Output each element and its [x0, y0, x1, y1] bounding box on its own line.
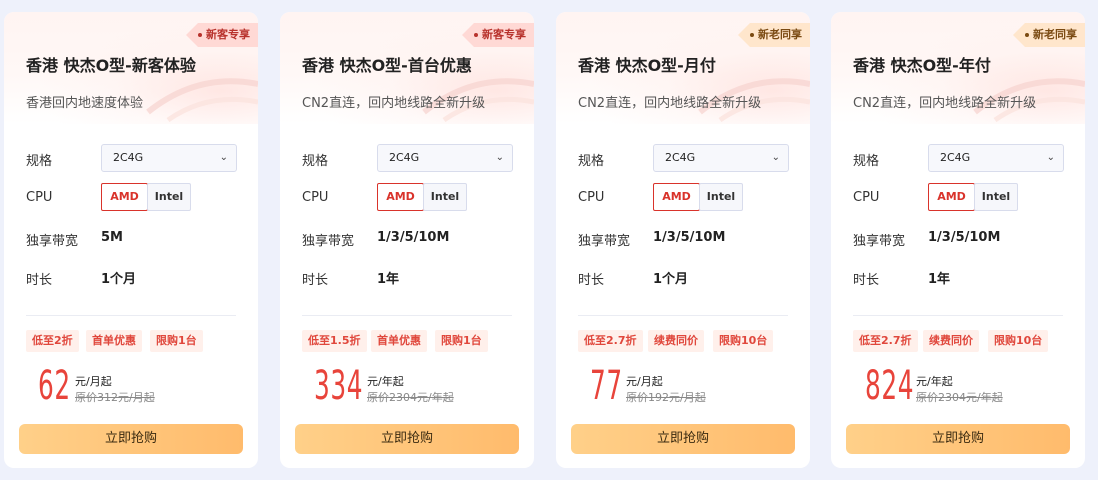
cpu-option-amd[interactable]: AMD: [377, 183, 424, 211]
spec-label: 规格: [853, 154, 880, 169]
product-card: 新老同享 香港 快杰O型-年付 CN2直连，回内地线路全新升级 规格 2C4G ⌄…: [831, 12, 1085, 468]
cpu-option-amd[interactable]: AMD: [101, 183, 148, 211]
card-subtitle: CN2直连，回内地线路全新升级: [578, 96, 762, 111]
cpu-option-intel[interactable]: Intel: [147, 183, 191, 211]
limit-badge: 限购10台: [713, 330, 774, 352]
product-card: 新客专享 香港 快杰O型-首台优惠 CN2直连，回内地线路全新升级 规格 2C4…: [280, 12, 534, 468]
spec-select[interactable]: 2C4G ⌄: [377, 144, 513, 172]
price-unit: 元/月起: [626, 375, 663, 388]
cpu-option-intel[interactable]: Intel: [974, 183, 1018, 211]
card-subtitle: 香港回内地速度体验: [26, 96, 144, 111]
bandwidth-value: 1/3/5/10M: [377, 230, 450, 245]
cpu-label: CPU: [578, 190, 605, 205]
duration-value: 1年: [377, 272, 400, 287]
bandwidth-value: 1/3/5/10M: [653, 230, 726, 245]
bandwidth-value: 1/3/5/10M: [928, 230, 1001, 245]
price-unit: 元/月起: [75, 375, 112, 388]
product-cards: 新客专享 香港 快杰O型-新客体验 香港回内地速度体验 规格 2C4G ⌄ CPU…: [0, 0, 1098, 480]
card-title: 香港 快杰O型-新客体验: [26, 56, 196, 75]
limit-badge: 限购10台: [988, 330, 1049, 352]
spec-select[interactable]: 2C4G ⌄: [928, 144, 1064, 172]
cpu-option-amd[interactable]: AMD: [928, 183, 975, 211]
price: 77: [590, 363, 623, 409]
cpu-label: CPU: [853, 190, 880, 205]
card-title: 香港 快杰O型-年付: [853, 56, 991, 75]
cpu-option-intel[interactable]: Intel: [699, 183, 743, 211]
original-price: 原价2304元/年起: [367, 391, 454, 404]
bandwidth-label: 独享带宽: [26, 234, 79, 249]
discount-badge: 低至2折: [26, 330, 79, 352]
promo-tag: 新老同享: [1013, 23, 1085, 47]
cpu-label: CPU: [26, 190, 53, 205]
price-unit: 元/年起: [367, 375, 404, 388]
bandwidth-value: 5M: [101, 230, 123, 245]
price-unit: 元/年起: [916, 375, 953, 388]
spec-label: 规格: [302, 154, 329, 169]
dot-icon: [1025, 33, 1029, 37]
cpu-label: CPU: [302, 190, 329, 205]
card-title: 香港 快杰O型-月付: [578, 56, 716, 75]
duration-value: 1年: [928, 272, 951, 287]
spec-label: 规格: [578, 154, 605, 169]
chevron-down-icon: ⌄: [219, 152, 228, 163]
divider: [853, 315, 1063, 316]
spec-select[interactable]: 2C4G ⌄: [101, 144, 237, 172]
renewal-badge: 续费同价: [923, 330, 979, 352]
card-subtitle: CN2直连，回内地线路全新升级: [302, 96, 486, 111]
spec-select[interactable]: 2C4G ⌄: [653, 144, 789, 172]
promo-badge: 首单优惠: [371, 330, 427, 352]
original-price: 原价192元/月起: [626, 391, 706, 404]
divider: [302, 315, 512, 316]
duration-label: 时长: [578, 273, 605, 288]
chevron-down-icon: ⌄: [771, 152, 780, 163]
buy-now-button[interactable]: 立即抢购: [571, 424, 795, 454]
buy-now-button[interactable]: 立即抢购: [846, 424, 1070, 454]
price: 62: [38, 363, 71, 409]
product-card: 新老同享 香港 快杰O型-月付 CN2直连，回内地线路全新升级 规格 2C4G ⌄…: [556, 12, 810, 468]
duration-label: 时长: [26, 273, 53, 288]
discount-badge: 低至1.5折: [302, 330, 367, 352]
dot-icon: [750, 33, 754, 37]
chevron-down-icon: ⌄: [1046, 152, 1055, 163]
card-title: 香港 快杰O型-首台优惠: [302, 56, 472, 75]
product-card: 新客专享 香港 快杰O型-新客体验 香港回内地速度体验 规格 2C4G ⌄ CPU…: [4, 12, 258, 468]
duration-value: 1个月: [101, 272, 137, 287]
chevron-down-icon: ⌄: [495, 152, 504, 163]
discount-badge: 低至2.7折: [578, 330, 643, 352]
card-subtitle: CN2直连，回内地线路全新升级: [853, 96, 1037, 111]
original-price: 原价2304元/年起: [916, 391, 1003, 404]
spec-label: 规格: [26, 154, 53, 169]
bandwidth-label: 独享带宽: [302, 234, 355, 249]
promo-tag: 新老同享: [738, 23, 810, 47]
divider: [578, 315, 788, 316]
discount-badge: 低至2.7折: [853, 330, 918, 352]
divider: [26, 315, 236, 316]
promo-tag: 新客专享: [462, 23, 534, 47]
price: 824: [865, 363, 915, 409]
limit-badge: 限购1台: [435, 330, 488, 352]
renewal-badge: 续费同价: [648, 330, 704, 352]
duration-label: 时长: [302, 273, 329, 288]
limit-badge: 限购1台: [150, 330, 203, 352]
original-price: 原价312元/月起: [75, 391, 155, 404]
bandwidth-label: 独享带宽: [578, 234, 631, 249]
bandwidth-label: 独享带宽: [853, 234, 906, 249]
promo-badge: 首单优惠: [86, 330, 142, 352]
dot-icon: [198, 33, 202, 37]
cpu-option-intel[interactable]: Intel: [423, 183, 467, 211]
promo-tag: 新客专享: [186, 23, 258, 47]
duration-label: 时长: [853, 273, 880, 288]
buy-now-button[interactable]: 立即抢购: [295, 424, 519, 454]
cpu-option-amd[interactable]: AMD: [653, 183, 700, 211]
duration-value: 1个月: [653, 272, 689, 287]
price: 334: [314, 363, 364, 409]
dot-icon: [474, 33, 478, 37]
buy-now-button[interactable]: 立即抢购: [19, 424, 243, 454]
